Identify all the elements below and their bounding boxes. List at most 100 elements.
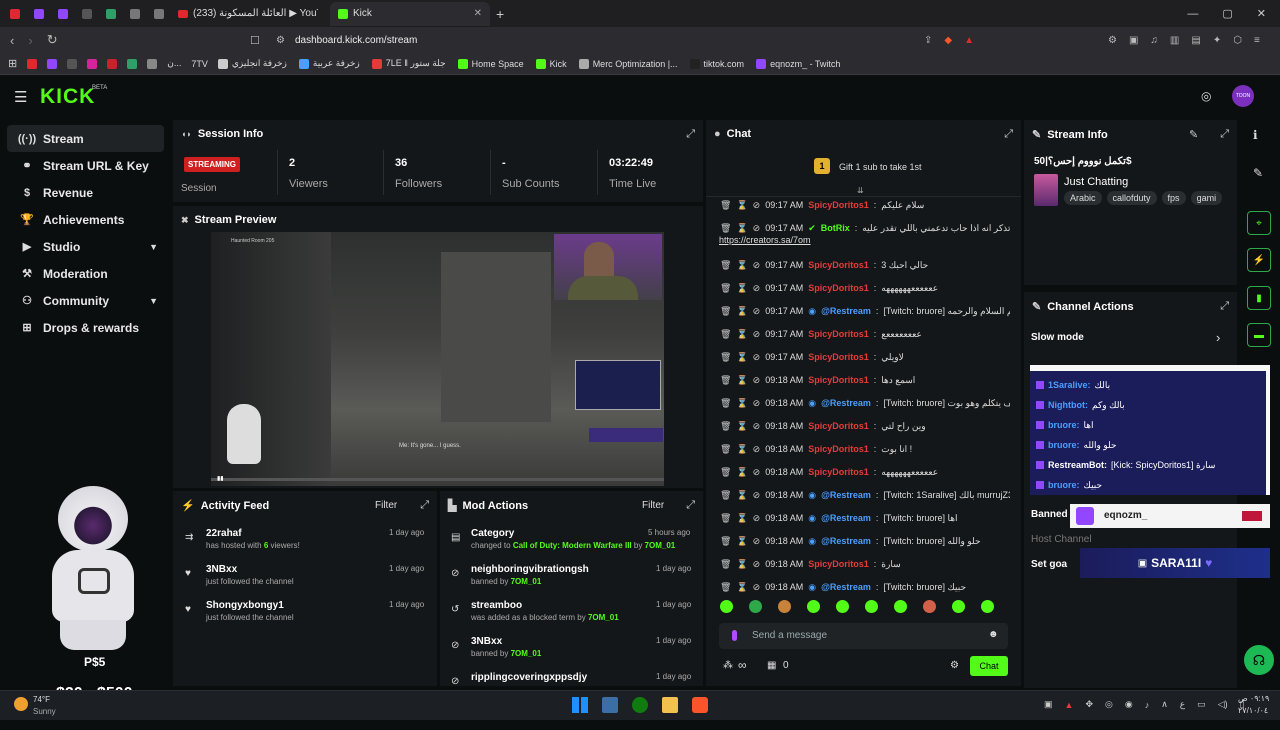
- activity-name[interactable]: Shongyxbongy1: [206, 600, 284, 611]
- delete-message-icon[interactable]: 🗑: [720, 536, 731, 547]
- bolt-action-icon[interactable]: ⚡: [1247, 248, 1271, 272]
- pinned-tab[interactable]: [4, 3, 26, 25]
- people-icon[interactable]: ⁂: [723, 660, 733, 671]
- menu-icon[interactable]: ≡: [1254, 35, 1260, 46]
- chat-username[interactable]: SpicyDoritos1: [808, 467, 869, 477]
- bookmark-item[interactable]: Merc Optimization |...: [578, 58, 678, 69]
- minimize-icon[interactable]: —: [1187, 8, 1198, 20]
- taskbar-xbox-icon[interactable]: [632, 697, 648, 713]
- taskbar-store-icon[interactable]: [602, 697, 618, 713]
- tray-mic-icon[interactable]: ♪: [1145, 700, 1150, 710]
- chat-message[interactable]: 🗑 ⌛ ⊘ 09:18 AM SpicyDoritos1: وين راح لتي: [720, 419, 1010, 433]
- chat-input[interactable]: Send a message ☻: [719, 623, 1008, 649]
- stream-tag[interactable]: gami: [1190, 191, 1223, 205]
- emote-icon[interactable]: [807, 600, 820, 613]
- delete-message-icon[interactable]: 🗑: [720, 283, 731, 294]
- chat-message[interactable]: 🗑 ⌛ ⊘ 09:18 AM ◉ @Restream: [Twitch: bruore] ح…: [720, 580, 1010, 594]
- tray-icon[interactable]: ◉: [1125, 699, 1133, 710]
- brave-shield-icon[interactable]: ◆: [944, 35, 952, 46]
- chat-message[interactable]: 🗑 ⌛ ⊘ 09:17 AM SpicyDoritos1: ععععععههههههه: [720, 281, 1010, 295]
- windows-start-icon[interactable]: [572, 697, 588, 713]
- emote-icon[interactable]: [952, 600, 965, 613]
- instagram-bookmark-icon[interactable]: [87, 58, 98, 69]
- info-icon[interactable]: ℹ: [1253, 128, 1258, 142]
- sidebar-item-stream[interactable]: ((·)) Stream: [7, 125, 164, 152]
- chat-message[interactable]: 🗑 ⌛ ⊘ 09:18 AM ◉ @Restream: [Twitch: bruore] ذ…: [720, 396, 1010, 410]
- clock-time[interactable]: ٠٩:١٩ ص: [1238, 694, 1269, 703]
- banned-label[interactable]: Banned: [1031, 509, 1068, 520]
- emote-icon[interactable]: [749, 600, 762, 613]
- c-bookmark-icon[interactable]: [67, 58, 78, 69]
- video-player[interactable]: Haunted Room 205 Me: It's gone... I gues…: [211, 232, 664, 486]
- ban-user-icon[interactable]: ⊘: [753, 559, 761, 570]
- pinned-tab[interactable]: [124, 3, 146, 25]
- network-icon[interactable]: ▭: [1197, 699, 1206, 710]
- chat-username[interactable]: @Restream: [821, 513, 871, 523]
- emote-icon[interactable]: [865, 600, 878, 613]
- emote-icon[interactable]: [836, 600, 849, 613]
- leo-icon[interactable]: ✦: [1213, 35, 1221, 46]
- mod-item-name[interactable]: 3NBxx: [471, 636, 502, 647]
- chat-message[interactable]: 🗑 ⌛ ⊘ 09:17 AM SpicyDoritos1: حالي احبك 3: [720, 258, 1010, 272]
- discord-bookmark-icon[interactable]: [147, 58, 158, 69]
- wallet-icon[interactable]: ▤: [1191, 35, 1200, 46]
- timeout-icon[interactable]: ⌛: [736, 559, 747, 570]
- emote-icon[interactable]: [778, 600, 791, 613]
- timeout-icon[interactable]: ⌛: [736, 398, 747, 409]
- chevron-down-icon[interactable]: ▼: [149, 242, 158, 252]
- clip-icon[interactable]: ▮: [1247, 286, 1271, 310]
- chat-username[interactable]: BotRix: [821, 223, 850, 233]
- emote-icon[interactable]: [894, 600, 907, 613]
- kick-logo[interactable]: KICK: [40, 85, 95, 109]
- tab-youtube[interactable]: (233) العائلة المسكونة ▶ YouTube: [170, 2, 330, 26]
- bookmark-item[interactable]: زخرفة عربية: [298, 58, 360, 69]
- stream-info-expand-icon[interactable]: ⤢: [1220, 128, 1229, 141]
- pinned-tab[interactable]: [100, 3, 122, 25]
- emote-icon[interactable]: [720, 600, 733, 613]
- delete-message-icon[interactable]: 🗑: [720, 559, 731, 570]
- chat-username[interactable]: SpicyDoritos1: [808, 352, 869, 362]
- chat-username[interactable]: SpicyDoritos1: [808, 375, 869, 385]
- chat-expand-icon[interactable]: ⤢: [1004, 128, 1013, 141]
- ban-user-icon[interactable]: ⊘: [753, 582, 761, 593]
- chat-username[interactable]: SpicyDoritos1: [808, 200, 869, 210]
- ban-user-icon[interactable]: ⊘: [753, 375, 761, 386]
- gift-sub-text[interactable]: Gift 1 sub to take 1st: [839, 162, 922, 172]
- sidebar-item-moderation[interactable]: ⚒ Moderation: [7, 260, 164, 287]
- ban-user-icon[interactable]: ⊘: [753, 421, 761, 432]
- chat-username[interactable]: @Restream: [821, 536, 871, 546]
- share-icon[interactable]: ⇪: [924, 35, 932, 46]
- chat-message[interactable]: 🗑 ⌛ ⊘ 09:18 AM SpicyDoritos1: ععععععههههههه: [720, 465, 1010, 479]
- chat-username[interactable]: @Restream: [821, 582, 871, 592]
- emoji-icon[interactable]: ☻: [988, 629, 999, 640]
- delete-message-icon[interactable]: 🗑: [720, 375, 731, 386]
- activity-filter-button[interactable]: Filter: [375, 500, 397, 511]
- ban-user-icon[interactable]: ⊘: [753, 329, 761, 340]
- chat-message[interactable]: 🗑 ⌛ ⊘ 09:17 AM SpicyDoritos1: لاويلي: [720, 350, 1010, 364]
- chat-message[interactable]: 🗑 ⌛ ⊘ 09:18 AM SpicyDoritos1: انا بوت !: [720, 442, 1010, 456]
- url-field[interactable]: dashboard.kick.com/stream: [295, 35, 417, 46]
- bookmark-item[interactable]: tiktok.com: [689, 58, 744, 69]
- avatar[interactable]: TOON: [1232, 85, 1254, 107]
- gift-box-icon[interactable]: ▦: [767, 660, 776, 671]
- timeout-icon[interactable]: ⌛: [736, 329, 747, 340]
- edit-icon[interactable]: ✎: [1189, 128, 1198, 141]
- chat-username[interactable]: SpicyDoritos1: [808, 260, 869, 270]
- chat-username[interactable]: SpicyDoritos1: [808, 329, 869, 339]
- chevron-down-icon[interactable]: ▼: [149, 296, 158, 306]
- sidebar-item-revenue[interactable]: $ Revenue: [7, 179, 164, 206]
- tray-language[interactable]: ع: [1180, 699, 1185, 710]
- close-window-icon[interactable]: ✕: [1257, 7, 1266, 20]
- maximize-icon[interactable]: ▢: [1222, 7, 1232, 20]
- tray-app-icon[interactable]: ▣: [1044, 699, 1053, 710]
- new-tab-button[interactable]: +: [496, 6, 504, 22]
- pinned-tab[interactable]: [52, 3, 74, 25]
- delete-message-icon[interactable]: 🗑: [720, 329, 731, 340]
- mod-filter-button[interactable]: Filter: [642, 500, 664, 511]
- close-tab-icon[interactable]: ✕: [474, 8, 482, 19]
- timeout-icon[interactable]: ⌛: [736, 223, 747, 234]
- chat-message[interactable]: 🗑 ⌛ ⊘ 09:18 AM SpicyDoritos1: اسمع دها: [720, 373, 1010, 387]
- rewards-icon[interactable]: ▲: [964, 35, 974, 46]
- ban-user-icon[interactable]: ⊘: [753, 200, 761, 211]
- tray-icon[interactable]: ✥: [1085, 699, 1093, 710]
